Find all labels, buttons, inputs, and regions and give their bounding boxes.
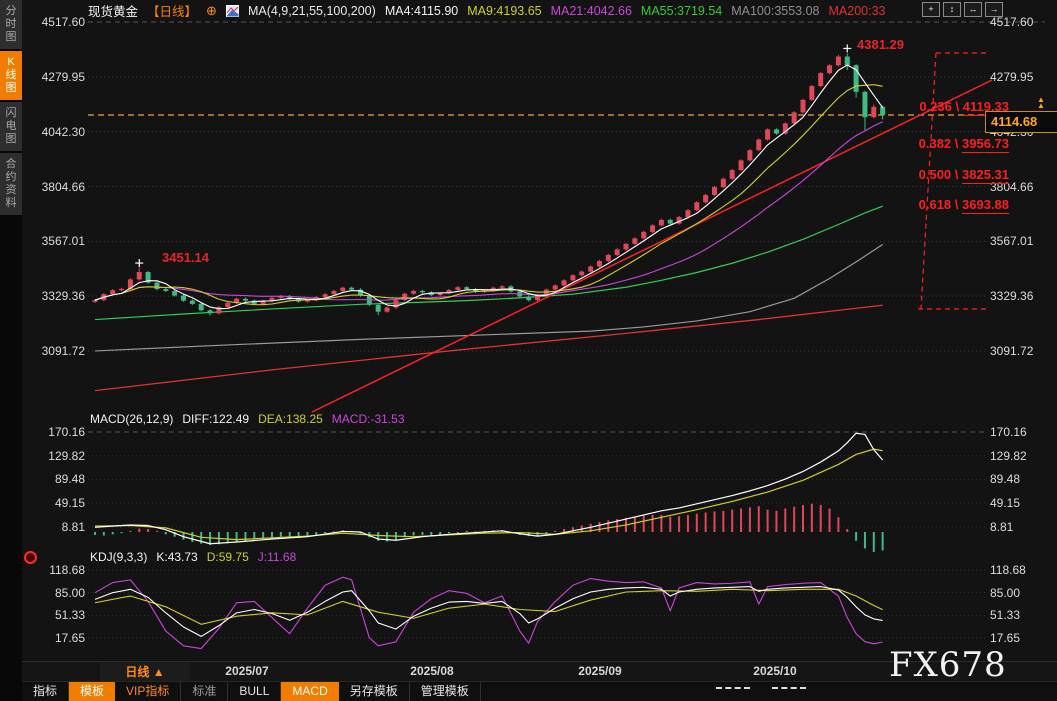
sidebar: 分时图K线图闪电图合约资料 [0, 0, 22, 701]
ma-readout: MA9:4193.65 [467, 3, 542, 18]
swing-high-label: 4381.29 [857, 37, 904, 52]
axis-value-label: 4517.60 [41, 15, 85, 29]
indicator-readout: MACD:-31.53 [331, 412, 405, 426]
ma-readout: MA21:4042.66 [550, 3, 632, 18]
axis-value-label: 129.82 [990, 448, 1027, 463]
stray-dashes [716, 687, 750, 689]
fib-level-label: 0.500 \ 3825.31 [918, 166, 1009, 184]
indicator-readout: DEA:138.25 [258, 412, 323, 426]
charting-app: 分时图K线图闪电图合约资料 现货黄金 【日线】 ⊕ MA(4,9,21,55,1… [0, 0, 1057, 701]
chart-header: 现货黄金 【日线】 ⊕ MA(4,9,21,55,100,200) MA4:41… [88, 1, 886, 20]
axis-value-label: 85.00 [54, 585, 85, 600]
date-label: 2025/10 [753, 664, 797, 678]
fib-level-label: 0.382 \ 3956.73 [918, 136, 1009, 154]
scale-vertical-icon[interactable]: ↕ [943, 2, 961, 17]
pan-tool-icon[interactable]: + [922, 2, 940, 17]
symbol-name: 现货黄金 [88, 5, 139, 19]
sidebar-tab-item[interactable]: 分时图 [0, 0, 22, 49]
toolbar-button[interactable]: 标准 [181, 682, 229, 701]
axis-value-label: 3567.01 [990, 234, 1034, 249]
axis-value-label: 170.16 [48, 425, 85, 439]
period-badge[interactable]: 【日线】 [147, 1, 197, 20]
indicator-readout: DIFF:122.49 [182, 412, 250, 426]
axis-value-label: 4517.60 [990, 15, 1034, 29]
price-up-arrows-icon: ▲ ▲ [1037, 95, 1045, 110]
sidebar-tab-item[interactable]: 闪电图 [0, 102, 22, 151]
fib-level-label: 0.618 \ 3693.88 [918, 197, 1009, 215]
kdj-title: KDJ(9,3,3) [90, 550, 148, 564]
stray-dashes [772, 687, 806, 689]
macd-title: MACD(26,12,9) [90, 412, 174, 426]
ma-settings-label: MA(4,9,21,55,100,200) [247, 3, 376, 18]
axis-value-label: 8.81 [990, 519, 1014, 534]
ma-readout: MA100:3553.08 [731, 3, 820, 18]
axis-value-label: 17.65 [990, 631, 1021, 645]
axis-value-label: 170.16 [990, 425, 1027, 439]
last-price-tag: 4114.68 [985, 111, 1057, 133]
indicator-readout: K:43.73 [156, 550, 198, 564]
macd-header: MACD(26,12,9) DIFF:122.49 DEA:138.25 MACD:… [90, 412, 405, 426]
axis-value-label: 51.33 [54, 608, 85, 623]
axis-value-label: 3567.01 [41, 234, 85, 249]
add-indicator-icon[interactable]: ⊕ [206, 3, 217, 19]
period-selector[interactable]: 日线 ▲ [100, 662, 190, 682]
sidebar-tab-item[interactable]: 合约资料 [0, 153, 22, 215]
axis-value-label: 3329.36 [41, 289, 85, 304]
axis-value-label: 118.68 [49, 563, 85, 577]
sidebar-tab-active[interactable]: K线图 [0, 51, 22, 100]
axis-value-label: 89.48 [990, 472, 1021, 487]
date-label: 2025/08 [410, 664, 454, 678]
axis-value-label: 3804.66 [41, 179, 85, 194]
axis-value-label: 49.15 [990, 496, 1021, 511]
axis-value-label: 49.15 [54, 496, 85, 511]
local-high-label: 3451.14 [162, 250, 209, 265]
indicator-readout: J:11.68 [257, 550, 297, 564]
indicator-readout: D:59.75 [206, 550, 249, 564]
toolbar-button[interactable]: 管理模板 [410, 682, 481, 701]
toolbar-button[interactable]: 另存模板 [339, 682, 410, 701]
date-label: 2025/09 [578, 664, 622, 678]
toolbar-button[interactable]: MACD [281, 682, 339, 701]
brand-watermark: FX678 [889, 645, 1007, 685]
ma-readouts: MA4:4115.90 MA9:4193.65 MA21:4042.66 MA55:3… [385, 4, 886, 18]
axis-value-label: 129.82 [48, 448, 85, 463]
ma-readout: MA55:3719.54 [640, 3, 723, 18]
header-toolbar-icons: + ↕ ↔ → [922, 2, 1003, 17]
toolbar-button[interactable]: 模板 [69, 682, 116, 701]
toolbar-button[interactable]: BULL [228, 682, 282, 701]
axis-value-label: 3091.72 [41, 344, 85, 358]
red-marker-icon[interactable] [24, 551, 37, 564]
scale-horizontal-icon[interactable]: ↔ [964, 2, 982, 17]
ma-readout: MA4:4115.90 [384, 3, 459, 18]
axis-value-label: 85.00 [990, 585, 1021, 600]
axis-value-label: 118.68 [990, 563, 1026, 577]
ma-readout: MA200:33 [828, 3, 886, 18]
axis-value-label: 89.48 [54, 472, 85, 487]
toolbar-button[interactable]: 指标 [22, 682, 70, 701]
kdj-header: KDJ(9,3,3) K:43.73 D:59.75 J:11.68 [90, 550, 296, 564]
date-label: 2025/07 [225, 664, 269, 678]
axis-value-label: 17.65 [54, 631, 85, 645]
axis-value-label: 3329.36 [990, 289, 1034, 304]
shift-right-icon[interactable]: → [985, 2, 1003, 17]
axis-value-label: 4042.30 [41, 124, 85, 139]
axis-value-label: 8.81 [61, 519, 85, 534]
chart-type-icon[interactable] [225, 4, 239, 17]
axis-value-label: 3091.72 [990, 344, 1034, 358]
axis-value-label: 51.33 [990, 608, 1021, 623]
toolbar-button[interactable]: VIP指标 [115, 682, 182, 701]
axis-value-label: 4279.95 [990, 69, 1034, 84]
axis-value-label: 4279.95 [41, 69, 85, 84]
